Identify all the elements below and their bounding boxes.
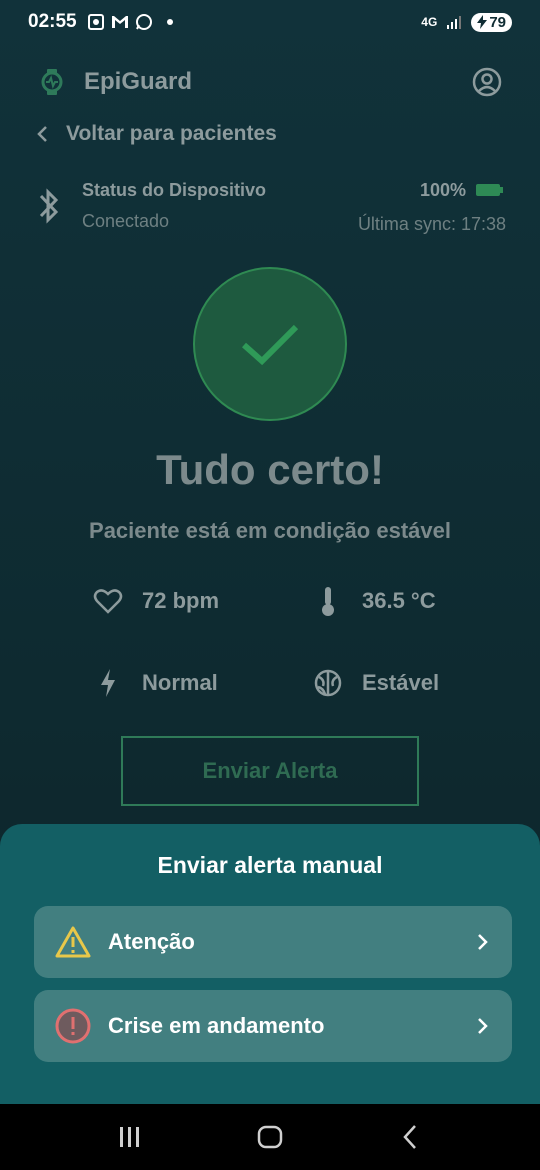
device-battery-icon bbox=[476, 183, 504, 197]
status-subline: Paciente está em condição estável bbox=[89, 518, 451, 543]
temperature-metric: 36.5 °C bbox=[312, 585, 436, 617]
battery-indicator: 79 bbox=[471, 12, 512, 32]
send-alert-button[interactable]: Enviar Alerta bbox=[121, 736, 419, 806]
device-connection-state: Conectado bbox=[82, 211, 170, 231]
gmail-icon bbox=[111, 13, 129, 31]
temperature-value: 36.5 °C bbox=[362, 588, 436, 613]
alert-option-crisis[interactable]: Crise em andamento bbox=[34, 990, 512, 1062]
alert-option-label: Crise em andamento bbox=[108, 1013, 325, 1038]
status-ok-badge bbox=[193, 267, 347, 421]
activity-value: Normal bbox=[142, 670, 218, 695]
alert-option-label: Atenção bbox=[108, 929, 195, 954]
neuro-value: Estável bbox=[362, 670, 440, 695]
app-title: EpiGuard bbox=[84, 68, 193, 95]
alert-option-attention[interactable]: Atenção bbox=[34, 906, 512, 978]
device-status-label: Status do Dispositivo bbox=[82, 180, 267, 200]
heart-rate-value: 72 bpm bbox=[142, 588, 220, 613]
charging-icon bbox=[477, 15, 488, 29]
status-right: 4G 79 bbox=[421, 12, 512, 32]
chevron-right-icon bbox=[472, 1016, 492, 1036]
device-status-card: Status do Dispositivo Conectado 100% Últ… bbox=[34, 176, 506, 236]
app-bar: EpiGuard bbox=[0, 58, 540, 106]
back-nav-icon[interactable] bbox=[390, 1117, 430, 1157]
status-bar: 02:55 4G 79 bbox=[0, 0, 540, 44]
home-icon[interactable] bbox=[250, 1117, 290, 1157]
brain-icon bbox=[312, 667, 344, 699]
back-to-patients-link[interactable]: Voltar para pacientes bbox=[36, 122, 277, 146]
app-screen: 02:55 4G 79 EpiGuard Voltar para pacient… bbox=[0, 0, 540, 1170]
status-headline: Tudo certo! bbox=[156, 446, 384, 493]
alert-circle-icon bbox=[54, 1007, 92, 1045]
chevron-left-icon bbox=[37, 126, 47, 142]
status-time: 02:55 bbox=[28, 11, 77, 32]
checkmark-icon bbox=[242, 324, 299, 366]
warning-triangle-icon bbox=[54, 923, 92, 961]
screenshot-icon bbox=[87, 13, 105, 31]
sheet-title: Enviar alerta manual bbox=[157, 852, 383, 878]
last-sync: Última sync: 17:38 bbox=[357, 214, 506, 234]
recent-apps-icon[interactable] bbox=[110, 1117, 150, 1157]
signal-icon bbox=[445, 13, 463, 31]
heart-rate-metric: 72 bpm bbox=[92, 585, 219, 617]
whatsapp-icon bbox=[135, 13, 153, 31]
lightning-icon bbox=[92, 667, 124, 699]
back-label: Voltar para pacientes bbox=[66, 122, 277, 145]
more-notifications-dot bbox=[166, 19, 173, 25]
neuro-metric: Estável bbox=[312, 667, 439, 699]
profile-icon[interactable] bbox=[472, 67, 502, 97]
manual-alert-sheet: Enviar alerta manual Atenção Crise em an… bbox=[0, 824, 540, 1104]
bluetooth-icon bbox=[34, 186, 64, 226]
activity-metric: Normal bbox=[92, 667, 218, 699]
thermometer-icon bbox=[312, 585, 344, 617]
network-type: 4G bbox=[421, 15, 438, 29]
notification-icons bbox=[87, 13, 173, 31]
device-battery-percent: 100% bbox=[419, 180, 466, 200]
watch-logo-icon bbox=[38, 68, 66, 96]
chevron-right-icon bbox=[472, 932, 492, 952]
battery-level: 79 bbox=[489, 13, 506, 31]
heart-icon bbox=[92, 585, 124, 617]
system-nav-bar bbox=[0, 1104, 540, 1170]
